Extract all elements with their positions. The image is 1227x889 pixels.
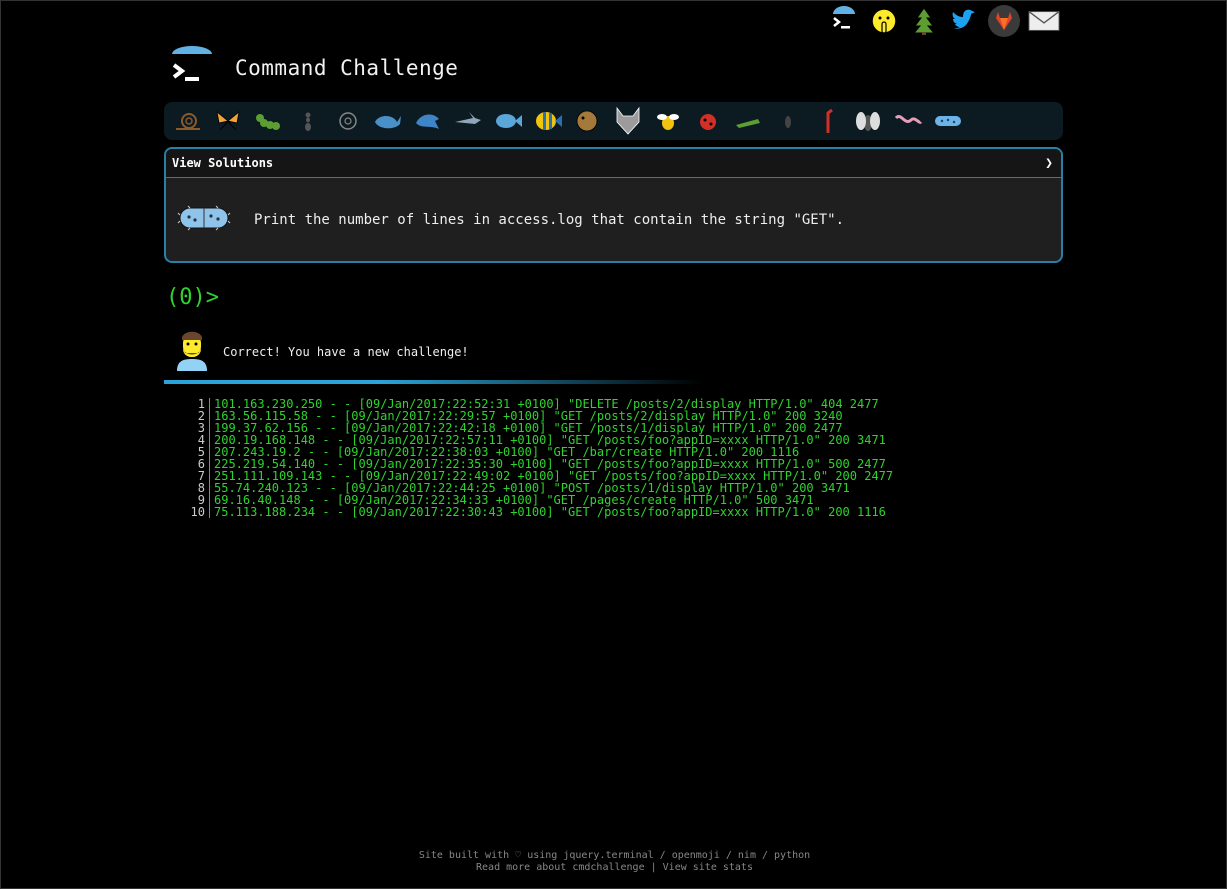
output-line: 10 75.113.188.234 - - [09/Jan/2017:22:30:…	[187, 506, 893, 518]
site-header: Command Challenge	[169, 45, 458, 91]
site-footer: Site built with ♡ using jquery.terminal …	[1, 850, 1227, 874]
terminal-icon[interactable]	[828, 5, 860, 37]
feedback-text: Correct! You have a new challenge!	[223, 345, 469, 359]
challenge-body: Print the number of lines in access.log …	[166, 178, 1061, 262]
spider-icon[interactable]	[770, 106, 806, 136]
shell-icon[interactable]	[330, 106, 366, 136]
scorpion-icon[interactable]	[810, 106, 846, 136]
tree-icon[interactable]	[908, 5, 940, 37]
microbe-icon	[176, 203, 232, 237]
challenge-text: Print the number of lines in access.log …	[254, 212, 845, 228]
line-number: 10	[187, 506, 210, 518]
snail-icon[interactable]	[170, 106, 206, 136]
footer-credits[interactable]: Site built with ♡ using jquery.terminal …	[1, 850, 1227, 862]
fly-icon[interactable]	[850, 106, 886, 136]
whale-icon[interactable]	[370, 106, 406, 136]
blowfish-icon[interactable]	[570, 106, 606, 136]
microbe-icon[interactable]	[930, 106, 966, 136]
person-avatar	[175, 329, 209, 375]
footer-links[interactable]: Read more about cmdchallenge | View site…	[1, 862, 1227, 874]
mail-icon[interactable]	[1028, 5, 1060, 37]
shark-icon[interactable]	[450, 106, 486, 136]
challenge-panel: View Solutions ❯ Print the number of lin…	[164, 147, 1063, 263]
twitter-icon[interactable]	[948, 5, 980, 37]
challenge-progress-strip	[164, 102, 1063, 140]
cricket-icon[interactable]	[730, 106, 766, 136]
chevron-right-icon: ❯	[1045, 155, 1053, 171]
terminal-prompt[interactable]: (0)>	[166, 285, 219, 310]
caterpillar-icon[interactable]	[250, 106, 286, 136]
shushing-face-icon[interactable]	[868, 5, 900, 37]
butterfly-icon[interactable]	[210, 106, 246, 136]
feedback-message: Correct! You have a new challenge!	[175, 329, 469, 375]
dolphin-icon[interactable]	[410, 106, 446, 136]
fish-icon[interactable]	[490, 106, 526, 136]
terminal-output: 1 101.163.230.250 - - [09/Jan/2017:22:52:…	[187, 398, 893, 518]
ladybug-icon[interactable]	[690, 106, 726, 136]
divider-bar	[164, 380, 704, 384]
page-title: Command Challenge	[235, 56, 459, 80]
wolf-icon[interactable]	[610, 106, 646, 136]
bee-icon[interactable]	[650, 106, 686, 136]
logo-terminal-icon[interactable]	[169, 45, 215, 91]
gitlab-icon[interactable]	[988, 5, 1020, 37]
tropical-fish-icon[interactable]	[530, 106, 566, 136]
line-text: 75.113.188.234 - - [09/Jan/2017:22:30:43…	[214, 505, 886, 519]
ant-icon[interactable]	[290, 106, 326, 136]
view-solutions-label: View Solutions	[172, 156, 274, 170]
worm-icon[interactable]	[890, 106, 926, 136]
top-icon-bar	[828, 5, 1060, 37]
view-solutions-toggle[interactable]: View Solutions ❯	[166, 149, 1061, 178]
